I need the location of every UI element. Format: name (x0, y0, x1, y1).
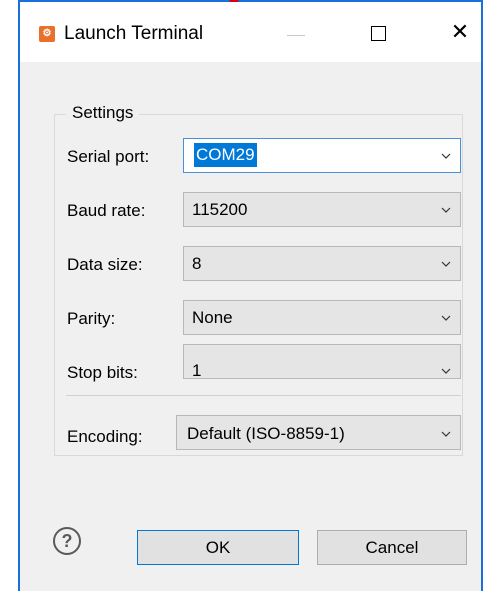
window-right-border (481, 0, 483, 591)
data-size-value: 8 (192, 254, 202, 273)
parity-select[interactable]: None (183, 300, 461, 335)
help-icon[interactable]: ? (53, 527, 81, 555)
parity-label: Parity: (67, 309, 116, 328)
chevron-down-icon (441, 429, 451, 439)
chevron-down-icon (441, 205, 451, 215)
encoding-label: Encoding: (67, 427, 143, 446)
close-button[interactable]: ✕ (446, 18, 474, 46)
stop-bits-value: 1 (192, 361, 202, 380)
parity-value: None (192, 308, 233, 327)
chevron-down-icon[interactable] (441, 151, 451, 161)
stop-bits-label: Stop bits: (67, 363, 138, 382)
chevron-down-icon (441, 259, 451, 269)
stop-bits-select[interactable]: 1 (183, 344, 461, 380)
maximize-button[interactable] (366, 22, 394, 46)
baud-rate-value: 115200 (192, 200, 248, 219)
chevron-down-icon (441, 313, 451, 323)
encoding-select[interactable]: Default (ISO-8859-1) (176, 415, 461, 450)
ok-button[interactable]: OK (137, 530, 299, 565)
baud-rate-label: Baud rate: (67, 201, 146, 220)
serial-port-value[interactable]: COM29 (194, 143, 257, 167)
window-title: Launch Terminal (64, 23, 204, 44)
settings-group-title: Settings (66, 101, 140, 125)
cancel-button[interactable]: Cancel (317, 530, 467, 565)
data-size-select[interactable]: 8 (183, 246, 461, 281)
separator (66, 395, 461, 396)
data-size-label: Data size: (67, 255, 143, 274)
minimize-button[interactable] (283, 22, 311, 46)
chevron-down-icon (441, 366, 451, 376)
baud-rate-select[interactable]: 115200 (183, 192, 461, 227)
encoding-value: Default (ISO-8859-1) (187, 424, 345, 443)
serial-port-label: Serial port: (67, 147, 150, 166)
app-logo-icon: ⚙ (39, 26, 55, 42)
serial-port-combo[interactable]: COM29 (183, 138, 461, 173)
